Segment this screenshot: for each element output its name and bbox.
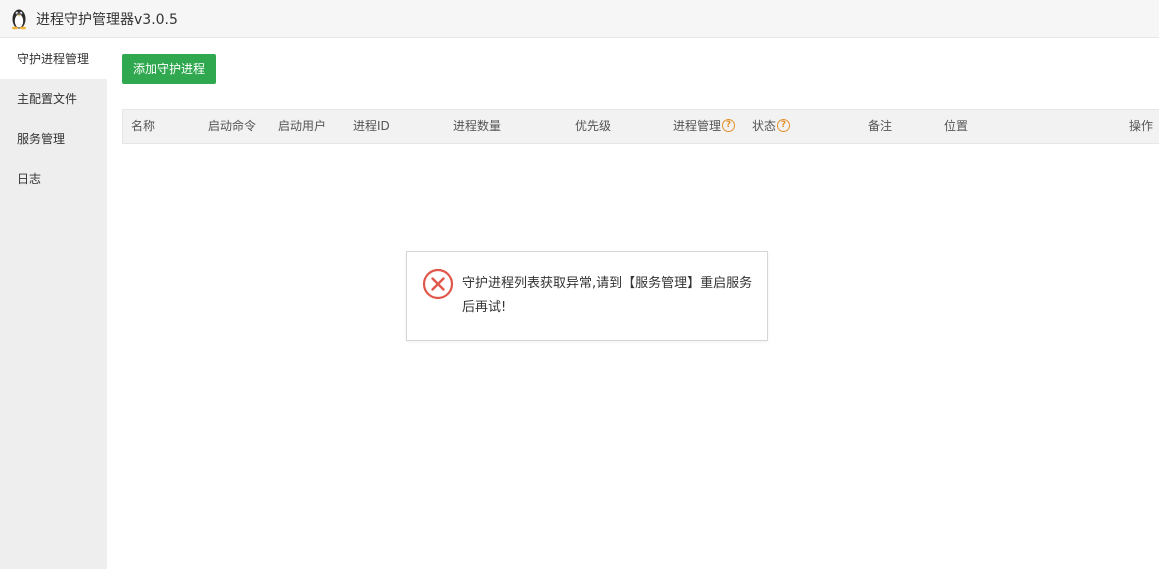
table-header: 名称 启动命令 启动用户 进程ID 进程数量 优先级 进程管理? 状态? 备注 … [122, 109, 1159, 144]
column-header-action[interactable]: 操作 [1129, 110, 1153, 143]
linux-penguin-icon [11, 9, 27, 30]
app-title: 进程守护管理器v3.0.5 [36, 12, 178, 28]
error-message-text: 守护进程列表获取异常,请到【服务管理】重启服务后再试! [462, 276, 753, 315]
column-header-name[interactable]: 名称 [131, 110, 155, 143]
add-daemon-button[interactable]: 添加守护进程 [122, 54, 216, 84]
column-header-status[interactable]: 状态? [752, 110, 791, 143]
sidebar-item-log[interactable]: 日志 [0, 159, 107, 199]
error-message-dialog: 守护进程列表获取异常,请到【服务管理】重启服务后再试! [406, 251, 768, 341]
sidebar: 守护进程管理 主配置文件 服务管理 日志 [0, 39, 107, 569]
column-header-process-manage-label: 进程管理 [673, 119, 722, 133]
column-header-process-manage[interactable]: 进程管理? [673, 110, 736, 143]
question-circle-icon[interactable]: ? [722, 119, 736, 132]
sidebar-item-service-manage[interactable]: 服务管理 [0, 119, 107, 159]
column-header-priority[interactable]: 优先级 [575, 110, 611, 143]
column-header-pid[interactable]: 进程ID [353, 110, 390, 143]
title-bar: 进程守护管理器v3.0.5 [0, 0, 1159, 38]
column-header-status-label: 状态 [752, 119, 777, 133]
column-header-start-user[interactable]: 启动用户 [278, 110, 326, 143]
sidebar-item-main-config[interactable]: 主配置文件 [0, 79, 107, 119]
error-x-circle-icon [422, 268, 454, 300]
column-header-remark[interactable]: 备注 [868, 110, 892, 143]
question-circle-icon[interactable]: ? [777, 119, 791, 132]
column-header-location[interactable]: 位置 [944, 110, 968, 143]
column-header-start-command[interactable]: 启动命令 [208, 110, 256, 143]
sidebar-item-daemon-manage[interactable]: 守护进程管理 [0, 39, 107, 79]
column-header-process-count[interactable]: 进程数量 [453, 110, 501, 143]
